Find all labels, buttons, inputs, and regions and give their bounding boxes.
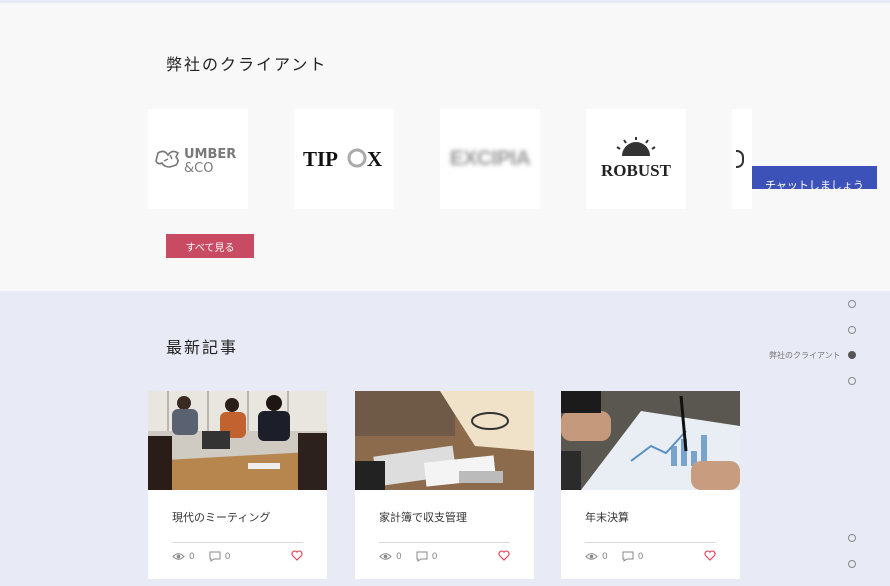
post-comments: 0 <box>431 551 438 562</box>
comment-icon <box>622 551 634 562</box>
umber-logo-icon: UMBER &CO <box>155 147 236 176</box>
clients-title: 弊社のクライアント <box>166 55 328 74</box>
post-title[interactable]: 現代のミーティング <box>172 509 270 525</box>
post-card[interactable]: 家計簿で収支管理 0 0 <box>355 391 534 579</box>
side-nav-dot-active[interactable] <box>848 351 856 359</box>
post-title[interactable]: 年末決算 <box>585 509 629 525</box>
tipox-logo-icon: TIP X <box>303 147 382 171</box>
excipia-logo-text: EXCIPIA <box>449 147 531 170</box>
eye-icon <box>379 553 392 560</box>
umber-logo-line2: &CO <box>184 161 213 176</box>
post-views: 0 <box>189 551 195 562</box>
umber-logo-line1: UMBER <box>184 147 236 162</box>
side-nav-dot[interactable] <box>848 377 856 385</box>
post-stats: 0 0 <box>172 551 230 562</box>
client-logo-robust[interactable]: ROBUST <box>586 109 686 209</box>
post-image-meeting[interactable] <box>148 391 327 490</box>
heart-icon[interactable] <box>704 550 716 561</box>
eye-icon <box>585 553 598 560</box>
client-logo-excipia[interactable]: EXCIPIA <box>440 109 540 209</box>
tipox-logo-right: X <box>367 147 382 171</box>
post-image-yearend[interactable] <box>561 391 740 490</box>
post-stats: 0 0 <box>585 551 643 562</box>
yearend-photo-icon <box>561 391 740 490</box>
partial-logo-glyph <box>736 150 744 168</box>
post-comments: 0 <box>224 551 231 562</box>
client-logo-umber[interactable]: UMBER &CO <box>148 109 248 209</box>
post-card[interactable]: 年末決算 0 0 <box>561 391 740 579</box>
post-stats: 0 0 <box>379 551 437 562</box>
post-card[interactable]: 現代のミーティング 0 0 <box>148 391 327 579</box>
side-nav-dot[interactable] <box>848 560 856 568</box>
post-title[interactable]: 家計簿で収支管理 <box>379 509 467 525</box>
side-nav-dot[interactable] <box>848 300 856 308</box>
eye-icon <box>172 553 185 560</box>
side-nav-dot[interactable] <box>848 326 856 334</box>
post-divider <box>585 542 716 543</box>
meeting-photo-icon <box>148 391 327 490</box>
latest-posts-title: 最新記事 <box>166 338 239 357</box>
see-all-button[interactable]: すべて見る <box>166 234 254 258</box>
side-nav-dot[interactable] <box>848 534 856 542</box>
robust-logo-icon: ROBUST <box>601 137 672 180</box>
post-divider <box>379 542 510 543</box>
comment-icon <box>416 551 428 562</box>
chat-button-label: チャットしましょう <box>765 179 864 189</box>
heart-icon[interactable] <box>498 550 510 561</box>
budget-photo-icon <box>355 391 534 490</box>
comment-icon <box>209 551 221 562</box>
post-comments: 0 <box>637 551 644 562</box>
chat-button[interactable]: チャットしましょう <box>752 166 877 189</box>
robust-logo-text: ROBUST <box>601 161 672 180</box>
post-views: 0 <box>602 551 608 562</box>
tipox-logo-left: TIP <box>303 147 338 171</box>
clients-section: 弊社のクライアント UMBER &CO TIP X EXCIPIA ROBUST <box>0 3 890 291</box>
heart-icon[interactable] <box>291 550 303 561</box>
post-divider <box>172 542 303 543</box>
client-logo-tipox[interactable]: TIP X <box>294 109 394 209</box>
post-views: 0 <box>396 551 402 562</box>
post-image-budget[interactable] <box>355 391 534 490</box>
client-logo-partial[interactable] <box>732 109 752 209</box>
side-nav-active-label[interactable]: 弊社のクライアント <box>769 350 841 361</box>
